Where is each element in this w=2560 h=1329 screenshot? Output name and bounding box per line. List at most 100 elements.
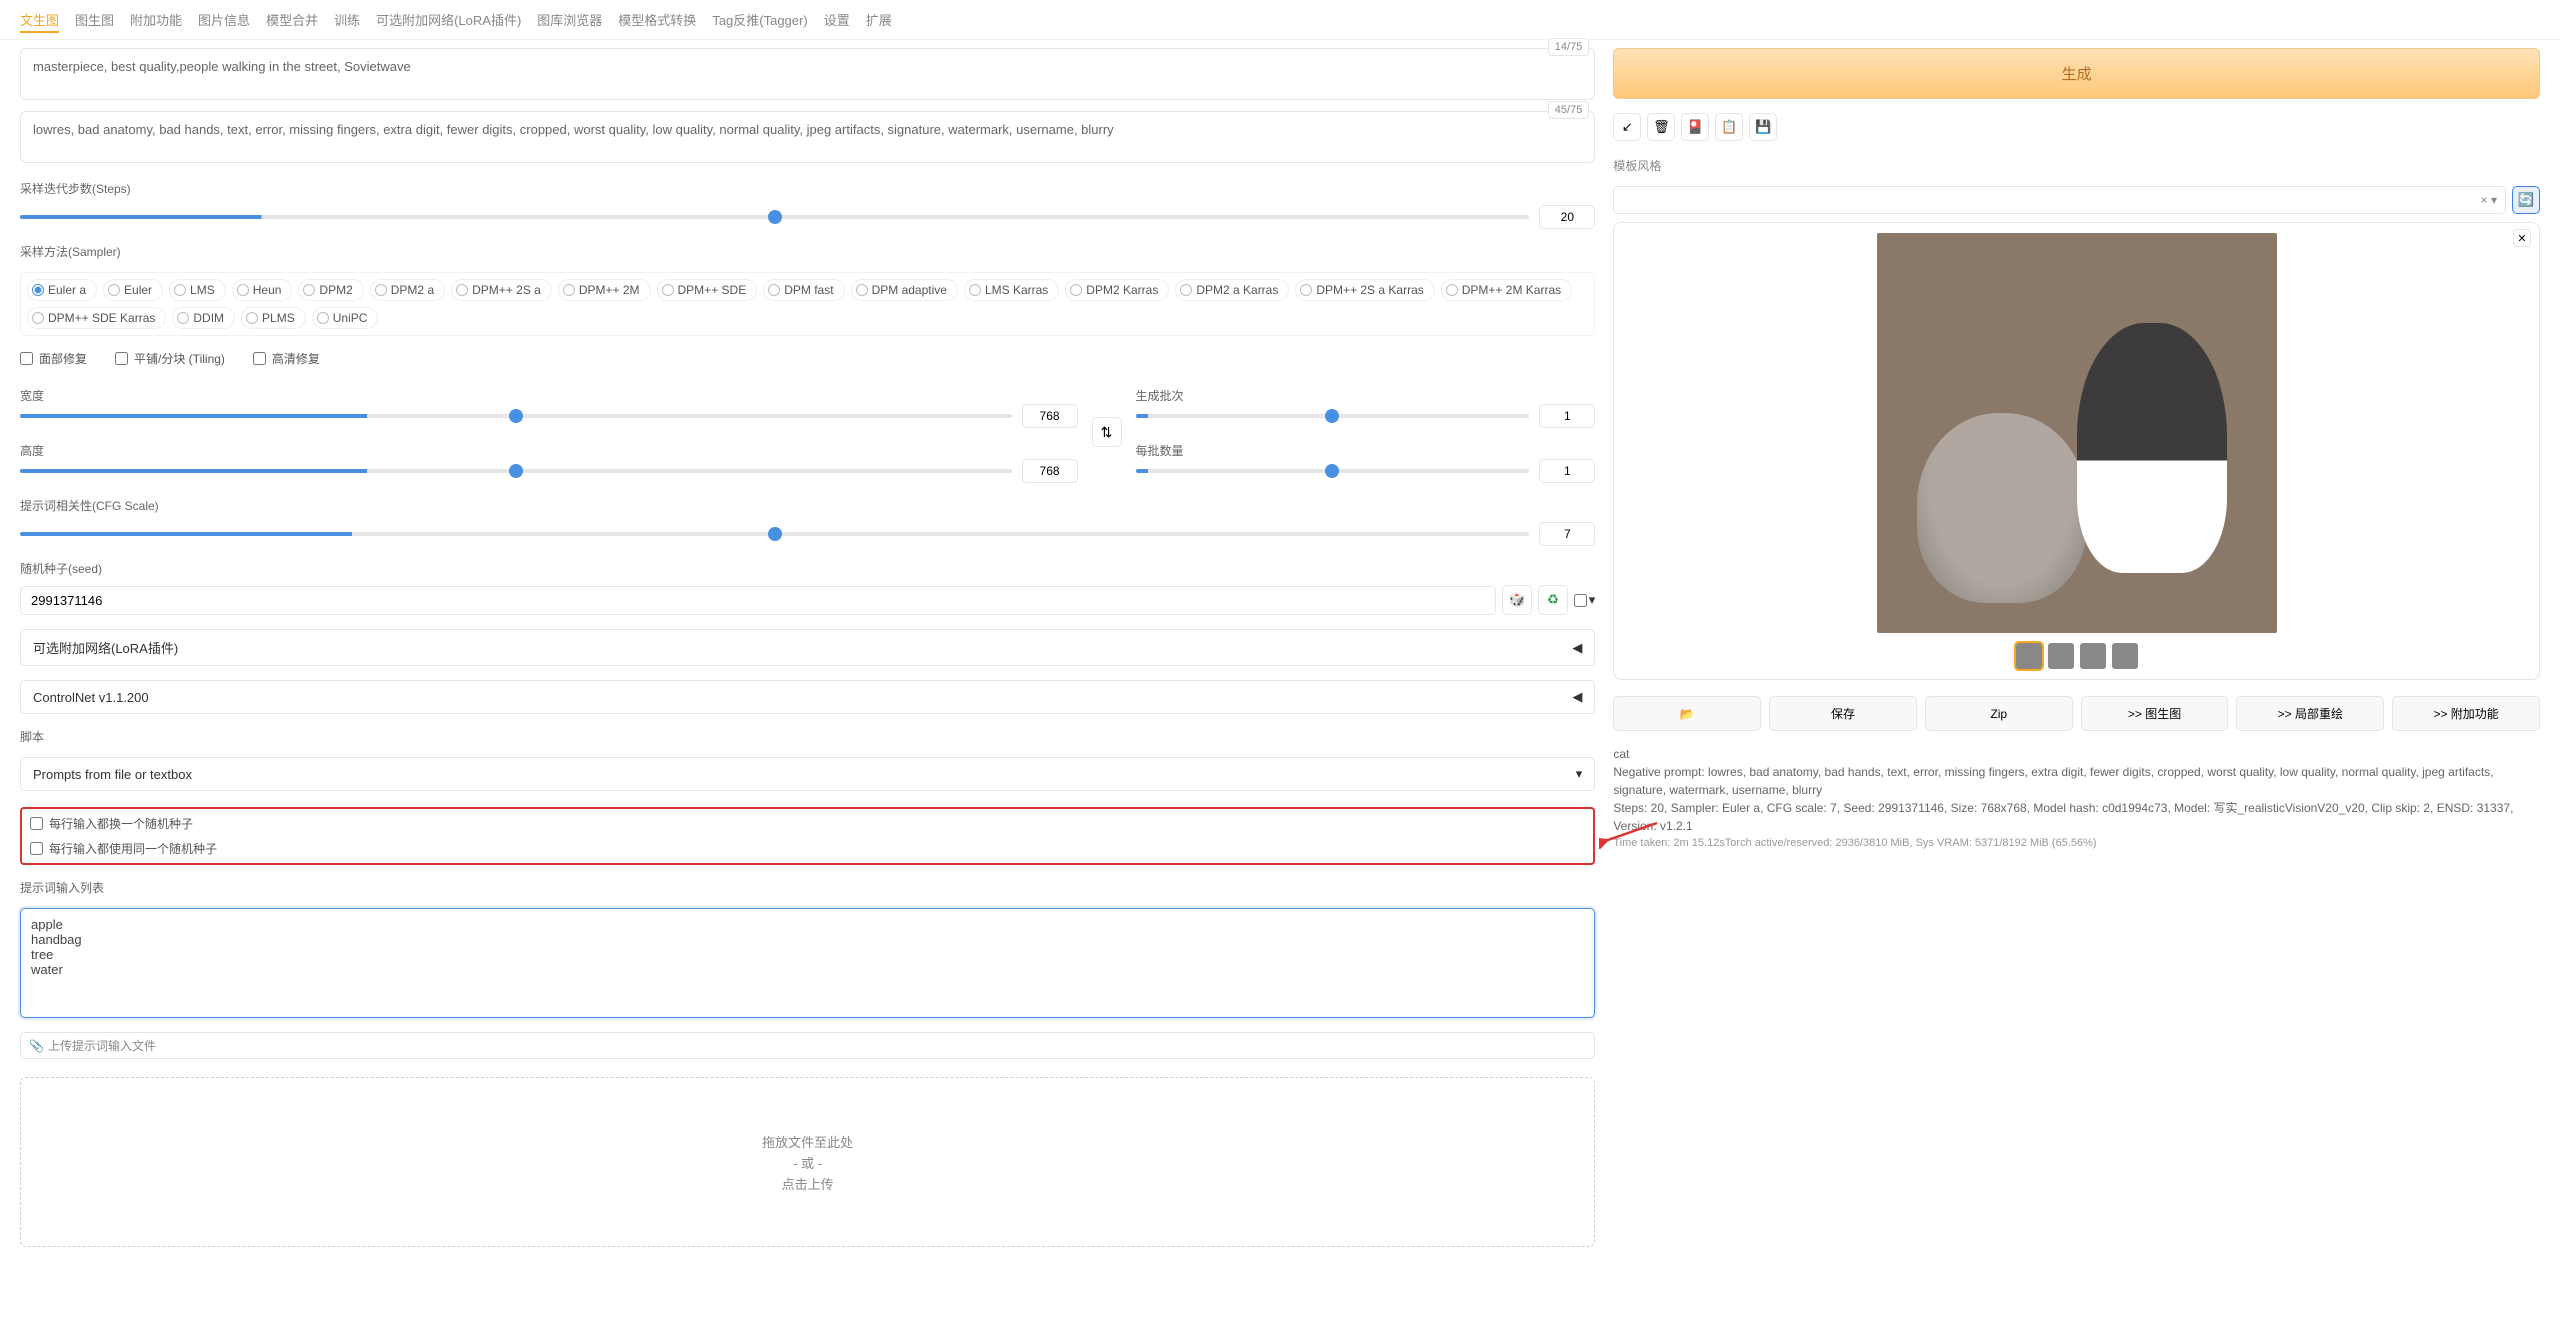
style-select[interactable]: × ▾ <box>1613 186 2506 214</box>
annotation-arrow-icon <box>1599 819 1661 849</box>
cfg-value[interactable] <box>1539 522 1595 546</box>
thumbnail[interactable] <box>2048 643 2074 669</box>
controlnet-accordion[interactable]: ControlNet v1.1.200◀ <box>20 680 1595 714</box>
clipboard-icon[interactable]: 📋 <box>1715 113 1743 141</box>
sampler-dpm-2m[interactable]: DPM++ 2M <box>558 279 651 301</box>
sampler-dpm-2s-a[interactable]: DPM++ 2S a <box>451 279 552 301</box>
batch-size-slider[interactable] <box>1136 469 1530 473</box>
tab-5[interactable]: 训练 <box>334 8 360 33</box>
output-image[interactable] <box>1877 233 2277 633</box>
sampler-dpm-2s-a-karras[interactable]: DPM++ 2S a Karras <box>1295 279 1434 301</box>
batch-size-value[interactable] <box>1539 459 1595 483</box>
batch-count-value[interactable] <box>1539 404 1595 428</box>
sampler-dpm-fast[interactable]: DPM fast <box>763 279 844 301</box>
negative-token-count: 45/75 <box>1548 101 1590 119</box>
tab-9[interactable]: Tag反推(Tagger) <box>712 8 807 33</box>
width-value[interactable] <box>1022 404 1078 428</box>
sampler-dpm2-a-karras[interactable]: DPM2 a Karras <box>1175 279 1289 301</box>
style-refresh-button[interactable]: 🔄 <box>2512 186 2540 214</box>
generation-info: cat Negative prompt: lowres, bad anatomy… <box>1613 745 2540 852</box>
same-seed-each-line-check[interactable]: 每行输入都使用同一个随机种子 <box>30 840 1585 857</box>
generate-button[interactable]: 生成 <box>1613 48 2540 99</box>
sampler-euler-a[interactable]: Euler a <box>27 279 97 301</box>
positive-token-count: 14/75 <box>1548 38 1590 56</box>
tab-3[interactable]: 图片信息 <box>198 8 250 33</box>
thumbnail[interactable] <box>2112 643 2138 669</box>
caret-icon: ◀ <box>1572 689 1582 705</box>
styles-icon[interactable]: 🎴 <box>1681 113 1709 141</box>
batch-size-label: 每批数量 <box>1136 442 1596 459</box>
seed-label: 随机种子(seed) <box>20 560 1595 577</box>
thumbnail[interactable] <box>2016 643 2042 669</box>
tab-1[interactable]: 图生图 <box>75 8 114 33</box>
seed-input[interactable] <box>20 586 1496 615</box>
output-gallery: ✕ <box>1613 222 2540 680</box>
arrow-icon[interactable]: ↙ <box>1613 113 1641 141</box>
sampler-dpm-2m-karras[interactable]: DPM++ 2M Karras <box>1441 279 1572 301</box>
sampler-ddim[interactable]: DDIM <box>172 307 235 329</box>
tab-7[interactable]: 图库浏览器 <box>537 8 602 33</box>
gallery-close-button[interactable]: ✕ <box>2513 229 2531 247</box>
highlighted-checkbox-group: 每行输入都换一个随机种子 每行输入都使用同一个随机种子 <box>20 807 1595 865</box>
sampler-plms[interactable]: PLMS <box>241 307 306 329</box>
upload-prompts-button[interactable]: 📎 上传提示词输入文件 <box>20 1032 1595 1059</box>
sampler-dpm-sde[interactable]: DPM++ SDE <box>657 279 758 301</box>
tab-8[interactable]: 模型格式转换 <box>618 8 696 33</box>
swap-dims-button[interactable]: ⇅ <box>1092 417 1122 447</box>
sampler-lms-karras[interactable]: LMS Karras <box>964 279 1059 301</box>
sampler-heun[interactable]: Heun <box>232 279 293 301</box>
tab-4[interactable]: 模型合并 <box>266 8 318 33</box>
zip-button[interactable]: Zip <box>1925 696 2073 731</box>
tab-6[interactable]: 可选附加网络(LoRA插件) <box>376 8 521 33</box>
negative-prompt-input[interactable]: lowres, bad anatomy, bad hands, text, er… <box>20 111 1595 163</box>
sampler-lms[interactable]: LMS <box>169 279 226 301</box>
script-select[interactable]: Prompts from file or textbox▾ <box>20 757 1595 791</box>
height-slider[interactable] <box>20 469 1012 473</box>
steps-slider[interactable] <box>20 215 1529 219</box>
send-inpaint-button[interactable]: >> 局部重绘 <box>2236 696 2384 731</box>
send-img2img-button[interactable]: >> 图生图 <box>2081 696 2229 731</box>
save-button[interactable]: 保存 <box>1769 696 1917 731</box>
tab-10[interactable]: 设置 <box>824 8 850 33</box>
seed-reuse-button[interactable]: ♻ <box>1538 585 1568 615</box>
sampler-dpm-adaptive[interactable]: DPM adaptive <box>851 279 958 301</box>
prompt-list-input[interactable]: apple handbag tree water <box>20 908 1595 1018</box>
sampler-dpm-sde-karras[interactable]: DPM++ SDE Karras <box>27 307 166 329</box>
width-slider[interactable] <box>20 414 1012 418</box>
tab-2[interactable]: 附加功能 <box>130 8 182 33</box>
send-extras-button[interactable]: >> 附加功能 <box>2392 696 2540 731</box>
sampler-unipc[interactable]: UniPC <box>312 307 379 329</box>
save-style-icon[interactable]: 💾 <box>1749 113 1777 141</box>
sampler-label: 采样方法(Sampler) <box>20 243 1595 260</box>
steps-label: 采样迭代步数(Steps) <box>20 180 1595 197</box>
thumbnail[interactable] <box>2080 643 2106 669</box>
main-tabs: 文生图图生图附加功能图片信息模型合并训练可选附加网络(LoRA插件) 图库浏览器模… <box>0 0 2560 40</box>
script-label: 脚本 <box>20 728 1595 745</box>
chevron-down-icon: ▾ <box>1576 766 1583 782</box>
seed-extra-check[interactable]: ▾ <box>1574 592 1596 608</box>
seed-random-button[interactable]: 🎲 <box>1502 585 1532 615</box>
positive-prompt-input[interactable]: masterpiece, best quality,people walking… <box>20 48 1595 100</box>
trash-icon[interactable]: 🗑 <box>1647 113 1675 141</box>
steps-value[interactable] <box>1539 205 1595 229</box>
height-value[interactable] <box>1022 459 1078 483</box>
file-dropzone[interactable]: 拖放文件至此处 - 或 - 点击上传 <box>20 1077 1595 1247</box>
cfg-label: 提示词相关性(CFG Scale) <box>20 497 1595 514</box>
sampler-euler[interactable]: Euler <box>103 279 163 301</box>
tiling-check[interactable]: 平铺/分块 (Tiling) <box>115 350 225 367</box>
style-label: 模板风格 <box>1613 157 2540 174</box>
batch-count-slider[interactable] <box>1136 414 1530 418</box>
sampler-dpm2-karras[interactable]: DPM2 Karras <box>1065 279 1169 301</box>
cfg-slider[interactable] <box>20 532 1529 536</box>
random-seed-each-line-check[interactable]: 每行输入都换一个随机种子 <box>30 815 1585 832</box>
lora-accordion[interactable]: 可选附加网络(LoRA插件)◀ <box>20 629 1595 666</box>
tab-0[interactable]: 文生图 <box>20 8 59 33</box>
hires-check[interactable]: 高清修复 <box>253 350 320 367</box>
face-restore-check[interactable]: 面部修复 <box>20 350 87 367</box>
height-label: 高度 <box>20 442 1078 459</box>
open-folder-button[interactable]: 📂 <box>1613 696 1761 731</box>
tab-11[interactable]: 扩展 <box>866 8 892 33</box>
batch-count-label: 生成批次 <box>1136 387 1596 404</box>
sampler-dpm2[interactable]: DPM2 <box>298 279 363 301</box>
sampler-dpm2-a[interactable]: DPM2 a <box>370 279 445 301</box>
